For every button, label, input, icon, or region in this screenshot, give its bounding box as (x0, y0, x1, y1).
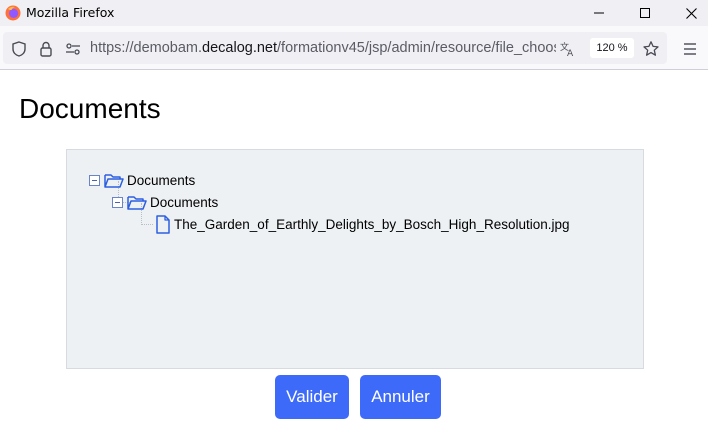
close-window-button[interactable] (668, 0, 708, 26)
firefox-logo-icon (5, 5, 21, 21)
maximize-button[interactable] (622, 0, 668, 26)
translate-icon[interactable]: 文 A (559, 40, 577, 58)
collapse-toggle-root[interactable] (89, 175, 100, 186)
url-path: /formationv45/jsp/admin/resource/file_ch… (277, 40, 556, 56)
tree-node-child: Documents (112, 194, 218, 211)
permissions-icon[interactable] (64, 40, 82, 58)
url-domain: decalog.net (202, 40, 278, 56)
tree-node-root-label[interactable]: Documents (127, 173, 195, 188)
validate-button[interactable]: Valider (275, 375, 349, 419)
tree-node-file[interactable]: The_Garden_of_Earthly_Delights_by_Bosch_… (155, 215, 570, 234)
shield-icon[interactable] (10, 40, 28, 58)
folder-open-icon (104, 174, 124, 188)
browser-toolbar: https://demobam.decalog.net/formationv45… (0, 26, 708, 70)
bookmark-star-icon[interactable] (642, 40, 660, 58)
lock-icon[interactable] (37, 40, 55, 58)
url-text[interactable]: https://demobam.decalog.net/formationv45… (90, 40, 556, 56)
tree-node-file-label[interactable]: The_Garden_of_Earthly_Delights_by_Bosch_… (174, 217, 570, 232)
close-icon (685, 7, 697, 19)
tree-node-root: Documents (89, 172, 195, 189)
svg-text:A: A (567, 49, 574, 58)
window-titlebar: Mozilla Firefox (0, 0, 708, 26)
zoom-level-button[interactable]: 120 % (590, 38, 634, 58)
url-prefix: https://demobam. (90, 40, 203, 56)
tree-node-child-label[interactable]: Documents (150, 195, 218, 210)
collapse-toggle-child[interactable] (112, 197, 123, 208)
file-tree-panel: Documents Documents The_Garden_of_Earthl… (66, 149, 644, 369)
window-title: Mozilla Firefox (26, 5, 115, 20)
maximize-icon (640, 8, 650, 18)
minimize-button[interactable] (576, 0, 622, 26)
address-bar[interactable]: https://demobam.decalog.net/formationv45… (3, 32, 667, 64)
folder-open-icon (127, 196, 147, 210)
cancel-button[interactable]: Annuler (360, 375, 441, 419)
page-title: Documents (19, 93, 161, 124)
hamburger-menu-icon[interactable] (680, 40, 700, 58)
minimize-icon (594, 12, 604, 14)
file-icon (156, 215, 170, 234)
